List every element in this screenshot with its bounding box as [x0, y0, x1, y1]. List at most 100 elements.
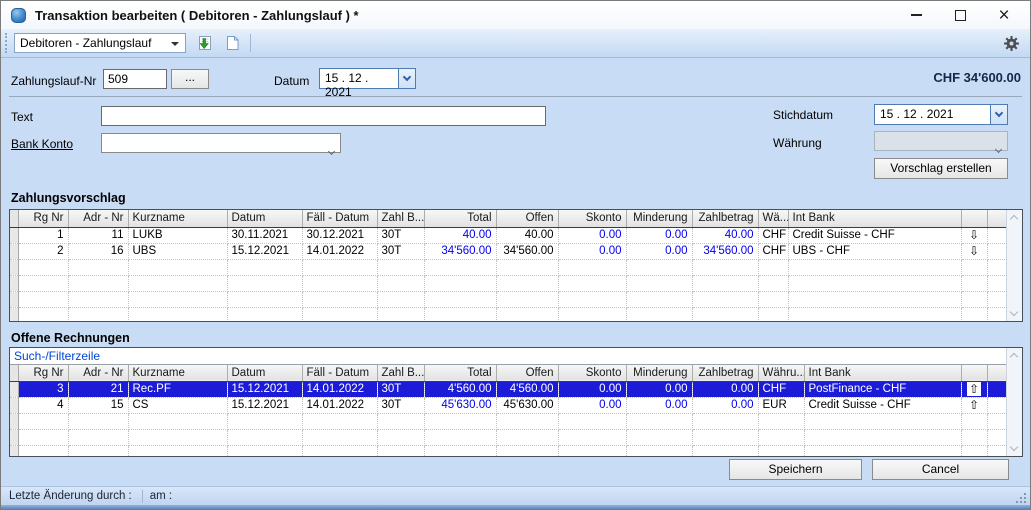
- col-arrow: [961, 364, 987, 381]
- col-int-bank[interactable]: Int Bank: [804, 364, 961, 381]
- maximize-icon: [955, 10, 966, 21]
- transaction-type-select[interactable]: Debitoren - Zahlungslauf: [14, 33, 186, 53]
- total-amount: CHF 34'600.00: [933, 70, 1021, 85]
- status-separator: [142, 490, 143, 503]
- filter-row-label[interactable]: Such-/Filterzeile: [10, 348, 1006, 364]
- col-zahlbetrag[interactable]: Zahlbetrag: [692, 210, 758, 227]
- stichdatum-input[interactable]: 15 . 12 . 2021: [874, 104, 991, 125]
- col-kurzname[interactable]: Kurzname: [128, 210, 227, 227]
- col-rg-nr[interactable]: Rg Nr: [18, 364, 68, 381]
- transaction-type-value: Debitoren - Zahlungslauf: [20, 36, 151, 50]
- vorschlag-erstellen-button[interactable]: Vorschlag erstellen: [874, 158, 1008, 179]
- scroll-down-icon[interactable]: [1010, 443, 1018, 451]
- cell-zahl-b: 30T: [377, 381, 424, 397]
- cell-zahlbetrag: 0.00: [692, 381, 758, 397]
- col-zahl-b[interactable]: Zahl B...: [377, 364, 424, 381]
- cell-zahlbetrag: 40.00: [692, 227, 758, 243]
- col-int-bank[interactable]: Int Bank: [788, 210, 961, 227]
- table-row-selected[interactable]: 3 21 Rec.PF 15.12.2021 14.01.2022 30T 4'…: [10, 381, 1006, 397]
- cell-rg-nr: 4: [18, 397, 68, 413]
- vertical-scrollbar[interactable]: [1006, 348, 1022, 456]
- table-row[interactable]: 2 16 UBS 15.12.2021 14.01.2022 30T 34'56…: [10, 243, 1006, 259]
- app-icon: [11, 8, 26, 23]
- move-up-icon[interactable]: ⇧: [961, 397, 987, 413]
- zahlungsvorschlag-grid: Rg Nr Adr - Nr Kurzname Datum Fäll - Dat…: [9, 209, 1023, 322]
- minimize-button[interactable]: [894, 1, 938, 29]
- col-minderung[interactable]: Minderung: [626, 364, 692, 381]
- zahlungsvorschlag-header-row: Rg Nr Adr - Nr Kurzname Datum Fäll - Dat…: [10, 210, 1006, 227]
- scroll-up-icon[interactable]: [1010, 215, 1018, 223]
- cancel-button[interactable]: Cancel: [872, 459, 1009, 480]
- cell-kurzname: CS: [128, 397, 227, 413]
- toolbar-grip[interactable]: [5, 33, 8, 53]
- col-offen[interactable]: Offen: [496, 210, 558, 227]
- table-row[interactable]: 1 11 LUKB 30.11.2021 30.12.2021 30T 40.0…: [10, 227, 1006, 243]
- move-down-icon[interactable]: ⇩: [961, 227, 987, 243]
- filter-row[interactable]: Such-/Filterzeile: [10, 348, 1006, 364]
- empty-row: [10, 259, 1006, 275]
- cell-offen: 45'630.00: [496, 397, 558, 413]
- vertical-scrollbar[interactable]: [1006, 210, 1022, 321]
- settings-button[interactable]: [1003, 35, 1020, 52]
- col-total[interactable]: Total: [424, 364, 496, 381]
- col-waehrung[interactable]: Wä...: [758, 210, 788, 227]
- cell-waehrung: EUR: [758, 397, 804, 413]
- datum-input[interactable]: 15 . 12 . 2021: [319, 68, 399, 89]
- cell-datum: 15.12.2021: [227, 381, 302, 397]
- table-row[interactable]: 4 15 CS 15.12.2021 14.01.2022 30T 45'630…: [10, 397, 1006, 413]
- empty-row: [10, 307, 1006, 322]
- save-button[interactable]: Speichern: [729, 459, 862, 480]
- move-up-icon[interactable]: ⇧: [961, 381, 987, 397]
- new-document-icon: [225, 35, 240, 51]
- resize-grip-icon[interactable]: [1016, 493, 1027, 504]
- col-offen[interactable]: Offen: [496, 364, 558, 381]
- browse-button[interactable]: ...: [171, 69, 209, 89]
- cell-waehrung: CHF: [758, 381, 804, 397]
- bottom-strip: [1, 505, 1030, 510]
- cell-offen: 40.00: [496, 227, 558, 243]
- waehrung-label: Währung: [773, 136, 822, 150]
- text-input[interactable]: [101, 106, 546, 126]
- col-zahlbetrag[interactable]: Zahlbetrag: [692, 364, 758, 381]
- move-down-icon[interactable]: ⇩: [961, 243, 987, 259]
- col-zahl-b[interactable]: Zahl B...: [377, 210, 424, 227]
- bank-konto-select[interactable]: [101, 133, 341, 153]
- cell-datum: 15.12.2021: [227, 397, 302, 413]
- cell-adr-nr: 11: [68, 227, 128, 243]
- minimize-icon: [911, 14, 922, 16]
- export-button[interactable]: [191, 32, 215, 54]
- cell-int-bank: PostFinance - CHF: [804, 381, 961, 397]
- excel-export-icon: [195, 35, 212, 51]
- col-skonto[interactable]: Skonto: [558, 210, 626, 227]
- col-adr-nr[interactable]: Adr - Nr: [68, 364, 128, 381]
- col-rg-nr[interactable]: Rg Nr: [18, 210, 68, 227]
- col-faell-datum[interactable]: Fäll - Datum: [302, 364, 377, 381]
- col-datum[interactable]: Datum: [227, 210, 302, 227]
- col-datum[interactable]: Datum: [227, 364, 302, 381]
- cell-adr-nr: 21: [68, 381, 128, 397]
- new-document-button[interactable]: [220, 32, 244, 54]
- toolbar-separator: [250, 34, 251, 52]
- datum-label: Datum: [274, 74, 309, 88]
- col-faell-datum[interactable]: Fäll - Datum: [302, 210, 377, 227]
- scroll-down-icon[interactable]: [1010, 308, 1018, 316]
- zahlungslauf-nr-input[interactable]: [103, 69, 167, 89]
- col-minderung[interactable]: Minderung: [626, 210, 692, 227]
- datum-dropdown-button[interactable]: [398, 68, 416, 89]
- close-icon: ×: [998, 6, 1009, 25]
- bank-konto-value: [102, 136, 106, 150]
- scroll-up-icon[interactable]: [1010, 353, 1018, 361]
- col-waehrung[interactable]: Währu...: [758, 364, 804, 381]
- col-adr-nr[interactable]: Adr - Nr: [68, 210, 128, 227]
- col-kurzname[interactable]: Kurzname: [128, 364, 227, 381]
- bank-konto-label[interactable]: Bank Konto: [11, 137, 73, 151]
- waehrung-select[interactable]: [874, 131, 1008, 151]
- cell-offen: 34'560.00: [496, 243, 558, 259]
- col-total[interactable]: Total: [424, 210, 496, 227]
- col-skonto[interactable]: Skonto: [558, 364, 626, 381]
- maximize-button[interactable]: [938, 1, 982, 29]
- stichdatum-dropdown-button[interactable]: [990, 104, 1008, 125]
- close-button[interactable]: ×: [982, 1, 1026, 29]
- empty-row: [10, 429, 1006, 445]
- cell-total: 40.00: [424, 227, 496, 243]
